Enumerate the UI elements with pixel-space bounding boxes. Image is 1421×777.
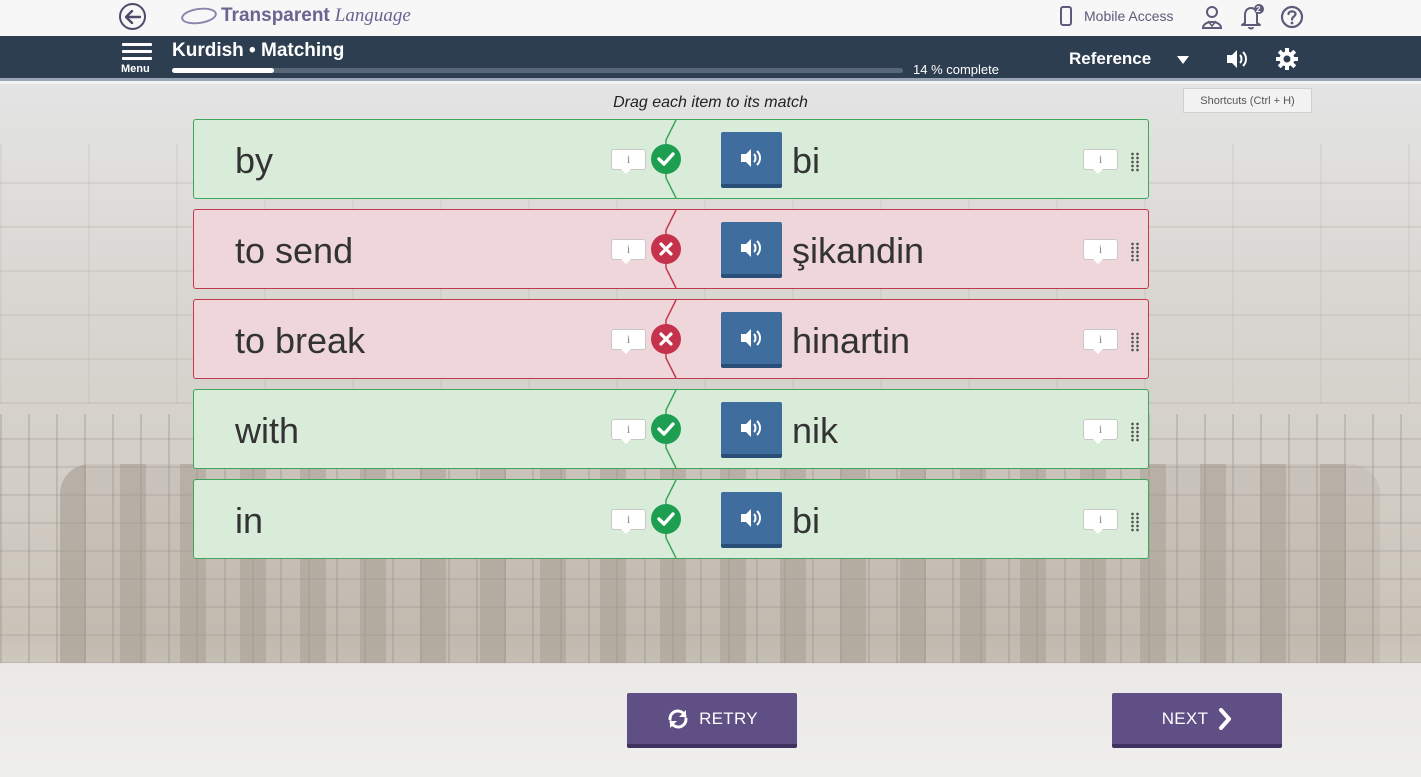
menu-label: Menu bbox=[121, 63, 150, 75]
lesson-navbar: Menu Kurdish • Matching 14 % complete Re… bbox=[0, 36, 1421, 81]
speaker-icon[interactable] bbox=[1224, 46, 1250, 72]
english-term[interactable]: by bbox=[235, 140, 273, 182]
reference-dropdown[interactable]: Reference bbox=[1069, 49, 1151, 69]
info-icon[interactable]: i bbox=[1083, 149, 1118, 174]
logo-text-sub: Language bbox=[334, 5, 411, 26]
info-icon[interactable]: i bbox=[611, 329, 646, 354]
english-term[interactable]: in bbox=[235, 500, 263, 542]
progress-bar bbox=[172, 68, 903, 73]
kurdish-term[interactable]: hinartin bbox=[792, 320, 910, 362]
match-row: with i nik i bbox=[193, 389, 1149, 469]
correct-check-icon bbox=[651, 144, 681, 174]
play-audio-button[interactable] bbox=[721, 492, 782, 548]
chevron-right-icon bbox=[1219, 707, 1232, 730]
info-icon[interactable]: i bbox=[1083, 509, 1118, 534]
match-row: to break i hinartin i bbox=[193, 299, 1149, 379]
english-term[interactable]: to send bbox=[235, 230, 353, 272]
info-icon[interactable]: i bbox=[611, 419, 646, 444]
mobile-access-link[interactable]: Mobile Access bbox=[1060, 6, 1173, 26]
mobile-access-label: Mobile Access bbox=[1084, 8, 1174, 24]
kurdish-term[interactable]: bi bbox=[792, 140, 820, 182]
retry-label: RETRY bbox=[699, 708, 758, 728]
english-term[interactable]: with bbox=[235, 410, 299, 452]
kurdish-term[interactable]: şikandin bbox=[792, 230, 924, 272]
back-arrow-icon[interactable] bbox=[119, 3, 146, 30]
hamburger-icon-line bbox=[122, 57, 152, 60]
hamburger-icon-line bbox=[122, 50, 152, 53]
info-icon[interactable]: i bbox=[611, 239, 646, 264]
settings-gear-icon[interactable] bbox=[1274, 46, 1300, 72]
footer-bar: RETRY NEXT bbox=[0, 663, 1421, 777]
drag-handle-icon[interactable] bbox=[1130, 332, 1140, 352]
instruction-text: Drag each item to its match bbox=[613, 94, 808, 111]
match-row: to send i şikandin i bbox=[193, 209, 1149, 289]
notifications-bell-icon[interactable]: 2 bbox=[1239, 4, 1265, 30]
course-title: Kurdish • Matching bbox=[172, 40, 345, 61]
chevron-down-icon[interactable] bbox=[1177, 56, 1189, 64]
transparent-language-logo[interactable]: Transparent Language bbox=[180, 5, 411, 27]
logo-text-main: Transparent bbox=[221, 5, 330, 26]
help-icon[interactable] bbox=[1279, 4, 1305, 30]
play-audio-button[interactable] bbox=[721, 222, 782, 278]
play-audio-button[interactable] bbox=[721, 402, 782, 458]
user-profile-icon[interactable] bbox=[1199, 4, 1225, 30]
next-button[interactable]: NEXT bbox=[1112, 693, 1282, 748]
mobile-phone-icon bbox=[1060, 6, 1072, 26]
incorrect-x-icon bbox=[651, 234, 681, 264]
notification-count-badge: 2 bbox=[1256, 5, 1261, 14]
info-icon[interactable]: i bbox=[611, 149, 646, 174]
hamburger-icon bbox=[122, 43, 152, 46]
play-audio-button[interactable] bbox=[721, 312, 782, 368]
top-header: Transparent Language Mobile Access 2 bbox=[0, 0, 1421, 36]
incorrect-x-icon bbox=[651, 324, 681, 354]
info-icon[interactable]: i bbox=[1083, 419, 1118, 444]
drag-handle-icon[interactable] bbox=[1130, 242, 1140, 262]
drag-handle-icon[interactable] bbox=[1130, 422, 1140, 442]
next-label: NEXT bbox=[1161, 708, 1209, 728]
drag-handle-icon[interactable] bbox=[1130, 512, 1140, 532]
menu-button[interactable]: Menu bbox=[121, 43, 155, 75]
correct-check-icon bbox=[651, 504, 681, 534]
refresh-icon bbox=[668, 709, 688, 728]
correct-check-icon bbox=[651, 414, 681, 444]
kurdish-term[interactable]: bi bbox=[792, 500, 820, 542]
progress-bar-fill bbox=[172, 68, 275, 73]
drag-handle-icon[interactable] bbox=[1130, 152, 1140, 172]
play-audio-button[interactable] bbox=[721, 132, 782, 188]
info-icon[interactable]: i bbox=[1083, 329, 1118, 354]
logo-swoosh-icon bbox=[180, 5, 218, 27]
activity-area: Shortcuts (Ctrl + H) Drag each item to i… bbox=[0, 84, 1421, 777]
match-row: in i bi i bbox=[193, 479, 1149, 559]
info-icon[interactable]: i bbox=[611, 509, 646, 534]
progress-text: 14 % complete bbox=[913, 62, 999, 77]
retry-button[interactable]: RETRY bbox=[627, 693, 797, 748]
info-icon[interactable]: i bbox=[1083, 239, 1118, 264]
english-term[interactable]: to break bbox=[235, 320, 365, 362]
kurdish-term[interactable]: nik bbox=[792, 410, 838, 452]
match-row: by i bi i bbox=[193, 119, 1149, 199]
